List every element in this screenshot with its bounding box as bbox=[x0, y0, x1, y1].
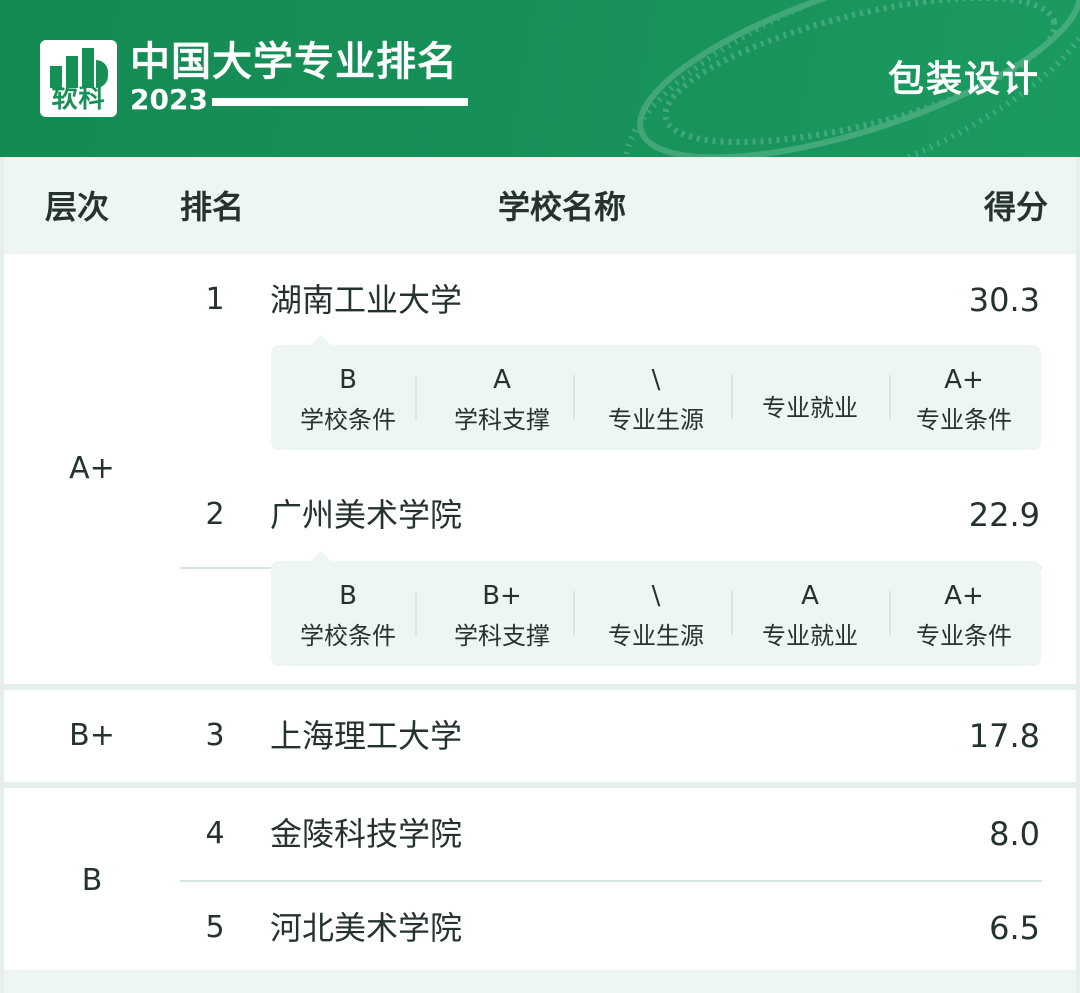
rank-number: 1 bbox=[205, 282, 225, 317]
ranking-header: 软科 中国大学专业排名 2023 包装设计 bbox=[0, 0, 1080, 157]
column-header-school: 学校名称 bbox=[498, 188, 627, 226]
indicator-label: 学科支撑 bbox=[454, 622, 550, 650]
score-value: 17.8 bbox=[968, 717, 1040, 755]
ranking-year: 2023 bbox=[130, 83, 208, 116]
indicator-grade: B+ bbox=[482, 581, 522, 611]
score-value: 30.3 bbox=[968, 281, 1040, 319]
indicator-divider bbox=[573, 375, 575, 419]
indicator-program-conditions: A+ 专业条件 bbox=[887, 561, 1041, 666]
shanghairanking-logo: 软科 bbox=[40, 40, 117, 117]
indicator-grade: B bbox=[339, 365, 357, 395]
indicator-label: 专业条件 bbox=[916, 406, 1012, 434]
ranking-title: 中国大学专业排名 bbox=[130, 39, 458, 85]
indicator-grade: A+ bbox=[944, 365, 984, 395]
indicator-program-conditions: A+ 专业条件 bbox=[887, 345, 1041, 450]
indicator-grade: \ bbox=[651, 581, 661, 611]
indicator-panel: B 学校条件 A 学科支撑 \ 专业生源 专业就业 A+ 专业条件 bbox=[271, 335, 1041, 450]
indicator-student-source: \ 专业生源 bbox=[579, 345, 733, 450]
school-name[interactable]: 金陵科技学院 bbox=[270, 814, 462, 854]
school-name[interactable]: 上海理工大学 bbox=[270, 716, 462, 756]
indicator-school-conditions: B 学校条件 bbox=[271, 561, 425, 666]
table-row[interactable]: 4 金陵科技学院 8.0 bbox=[4, 788, 1076, 880]
table-row[interactable]: 2 广州美术学院 22.9 B 学校条件 B+ 学科支撑 \ 专业生源 A 专业… bbox=[4, 469, 1076, 684]
table-header: 层次 排名 学校名称 得分 bbox=[4, 157, 1076, 254]
indicator-label: 专业就业 bbox=[762, 622, 858, 650]
indicator-grade: A bbox=[493, 365, 511, 395]
indicator-grade: A bbox=[801, 581, 819, 611]
ranking-table: 层次 排名 学校名称 得分 A+ 1 湖南工业大学 30.3 B 学校条件 A … bbox=[4, 157, 1076, 973]
tier-group-a-plus: A+ 1 湖南工业大学 30.3 B 学校条件 A 学科支撑 \ 专业生源 专业… bbox=[4, 254, 1076, 684]
indicator-divider bbox=[573, 591, 575, 635]
indicator-grade: A+ bbox=[944, 581, 984, 611]
rank-number: 4 bbox=[205, 816, 225, 851]
school-name[interactable]: 河北美术学院 bbox=[270, 908, 462, 948]
indicator-label: 专业就业 bbox=[762, 394, 858, 422]
column-header-rank: 排名 bbox=[180, 188, 245, 226]
indicator-discipline-support: B+ 学科支撑 bbox=[425, 561, 579, 666]
table-row[interactable]: 1 湖南工业大学 30.3 B 学校条件 A 学科支撑 \ 专业生源 专业就业 … bbox=[4, 254, 1076, 464]
tier-group-b: B 4 金陵科技学院 8.0 5 河北美术学院 6.5 bbox=[4, 788, 1076, 973]
logo-text: 软科 bbox=[51, 84, 106, 114]
indicator-divider bbox=[415, 591, 417, 635]
score-value: 6.5 bbox=[989, 909, 1040, 947]
indicator-divider bbox=[415, 375, 417, 419]
indicator-label: 专业条件 bbox=[916, 622, 1012, 650]
school-name[interactable]: 湖南工业大学 bbox=[270, 280, 462, 320]
column-header-tier: 层次 bbox=[45, 188, 110, 226]
indicator-label: 学科支撑 bbox=[454, 406, 550, 434]
indicator-label: 学校条件 bbox=[300, 406, 396, 434]
rank-number: 3 bbox=[205, 718, 225, 753]
subject-name: 包装设计 bbox=[887, 59, 1040, 100]
indicator-employment: 专业就业 bbox=[733, 345, 887, 450]
bar-chart-icon bbox=[48, 48, 109, 88]
indicator-label: 学校条件 bbox=[300, 622, 396, 650]
indicator-label: 专业生源 bbox=[608, 622, 704, 650]
table-footer bbox=[4, 970, 1076, 993]
indicator-school-conditions: B 学校条件 bbox=[271, 345, 425, 450]
rank-number: 2 bbox=[205, 497, 225, 532]
indicator-discipline-support: A 学科支撑 bbox=[425, 345, 579, 450]
tier-group-b-plus: B+ 3 上海理工大学 17.8 bbox=[4, 690, 1076, 782]
indicator-panel: B 学校条件 B+ 学科支撑 \ 专业生源 A 专业就业 A+ 专业条件 bbox=[271, 551, 1041, 666]
indicator-employment: A 专业就业 bbox=[733, 561, 887, 666]
indicator-grade: B bbox=[339, 581, 357, 611]
table-row[interactable]: 5 河北美术学院 6.5 bbox=[4, 882, 1076, 973]
title-underline bbox=[212, 98, 468, 106]
indicator-label: 专业生源 bbox=[608, 406, 704, 434]
school-name[interactable]: 广州美术学院 bbox=[270, 495, 462, 535]
score-value: 22.9 bbox=[968, 496, 1040, 534]
indicator-grade: \ bbox=[651, 365, 661, 395]
table-row[interactable]: 3 上海理工大学 17.8 bbox=[4, 690, 1076, 782]
rank-number: 5 bbox=[205, 910, 225, 945]
indicator-student-source: \ 专业生源 bbox=[579, 561, 733, 666]
column-header-score: 得分 bbox=[983, 188, 1048, 226]
score-value: 8.0 bbox=[989, 815, 1040, 853]
